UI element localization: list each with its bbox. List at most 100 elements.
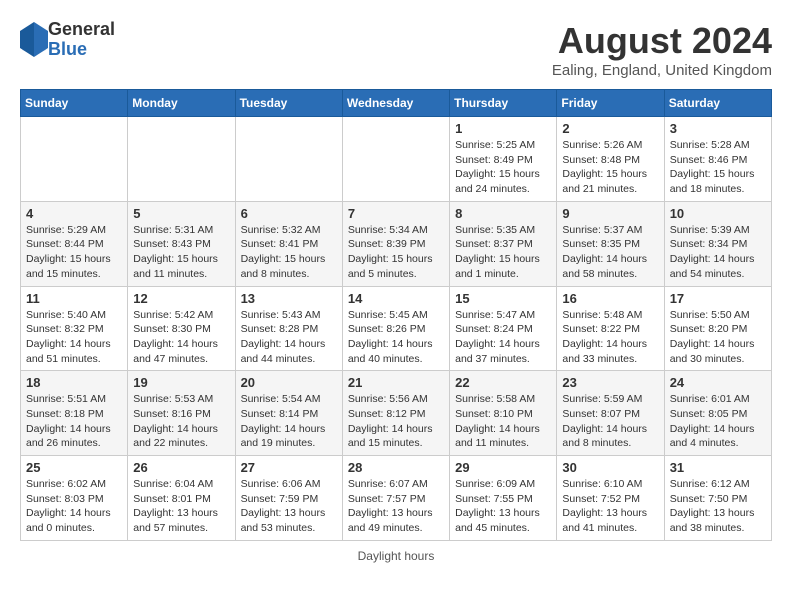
footer-text: Daylight hours bbox=[358, 549, 435, 563]
calendar-cell: 10Sunrise: 5:39 AM Sunset: 8:34 PM Dayli… bbox=[664, 201, 771, 286]
calendar-cell: 12 Sunrise: 5:42 AM Sunset: 8:30 PM Dayli… bbox=[128, 286, 235, 371]
day-info: Sunrise: 5:31 AM Sunset: 8:43 PM Dayligh… bbox=[133, 223, 229, 282]
day-info: Sunrise: 5:35 AM Sunset: 8:37 PM Dayligh… bbox=[455, 223, 551, 282]
day-info: Sunrise: 5:54 AM Sunset: 8:14 PM Dayligh… bbox=[241, 392, 337, 451]
logo: General Blue bbox=[20, 20, 115, 60]
day-number: 6 bbox=[241, 206, 337, 221]
calendar-cell: 25Sunrise: 6:02 AM Sunset: 8:03 PM Dayli… bbox=[21, 456, 128, 541]
day-number: 16 bbox=[562, 291, 658, 306]
day-number: 4 bbox=[26, 206, 122, 221]
calendar-cell: 1 Sunrise: 5:25 AM Sunset: 8:49 PM Daylig… bbox=[450, 117, 557, 202]
calendar-cell: 14Sunrise: 5:45 AM Sunset: 8:26 PM Dayli… bbox=[342, 286, 449, 371]
calendar-cell: 17 Sunrise: 5:50 AM Sunset: 8:20 PM Dayli… bbox=[664, 286, 771, 371]
calendar-week-row: 18 Sunrise: 5:51 AM Sunset: 8:18 PM Dayli… bbox=[21, 371, 772, 456]
day-info: Sunrise: 5:51 AM Sunset: 8:18 PM Dayligh… bbox=[26, 392, 122, 451]
day-number: 12 bbox=[133, 291, 229, 306]
day-number: 5 bbox=[133, 206, 229, 221]
calendar-cell: 27 Sunrise: 6:06 AM Sunset: 7:59 PM Dayli… bbox=[235, 456, 342, 541]
day-info: Sunrise: 5:34 AM Sunset: 8:39 PM Dayligh… bbox=[348, 223, 444, 282]
calendar-week-row: 1 Sunrise: 5:25 AM Sunset: 8:49 PM Daylig… bbox=[21, 117, 772, 202]
calendar-cell: 2Sunrise: 5:26 AM Sunset: 8:48 PM Daylig… bbox=[557, 117, 664, 202]
calendar-cell bbox=[21, 117, 128, 202]
calendar-cell: 13 Sunrise: 5:43 AM Sunset: 8:28 PM Dayli… bbox=[235, 286, 342, 371]
calendar-cell: 9Sunrise: 5:37 AM Sunset: 8:35 PM Daylig… bbox=[557, 201, 664, 286]
calendar-day-header: Tuesday bbox=[235, 90, 342, 117]
day-info: Sunrise: 5:48 AM Sunset: 8:22 PM Dayligh… bbox=[562, 308, 658, 367]
location-subtitle: Ealing, England, United Kingdom bbox=[552, 62, 772, 79]
day-number: 18 bbox=[26, 375, 122, 390]
day-info: Sunrise: 5:56 AM Sunset: 8:12 PM Dayligh… bbox=[348, 392, 444, 451]
day-number: 15 bbox=[455, 291, 551, 306]
day-info: Sunrise: 6:09 AM Sunset: 7:55 PM Dayligh… bbox=[455, 477, 551, 536]
title-block: August 2024 Ealing, England, United King… bbox=[552, 20, 772, 79]
day-info: Sunrise: 6:07 AM Sunset: 7:57 PM Dayligh… bbox=[348, 477, 444, 536]
day-info: Sunrise: 5:37 AM Sunset: 8:35 PM Dayligh… bbox=[562, 223, 658, 282]
calendar-cell: 3Sunrise: 5:28 AM Sunset: 8:46 PM Daylig… bbox=[664, 117, 771, 202]
day-info: Sunrise: 5:47 AM Sunset: 8:24 PM Dayligh… bbox=[455, 308, 551, 367]
day-number: 3 bbox=[670, 121, 766, 136]
calendar-cell: 29 Sunrise: 6:09 AM Sunset: 7:55 PM Dayli… bbox=[450, 456, 557, 541]
day-info: Sunrise: 5:26 AM Sunset: 8:48 PM Dayligh… bbox=[562, 138, 658, 197]
day-info: Sunrise: 5:40 AM Sunset: 8:32 PM Dayligh… bbox=[26, 308, 122, 367]
day-number: 19 bbox=[133, 375, 229, 390]
calendar-cell bbox=[342, 117, 449, 202]
day-info: Sunrise: 5:29 AM Sunset: 8:44 PM Dayligh… bbox=[26, 223, 122, 282]
day-info: Sunrise: 5:58 AM Sunset: 8:10 PM Dayligh… bbox=[455, 392, 551, 451]
page-header: General Blue August 2024 Ealing, England… bbox=[20, 20, 772, 79]
day-info: Sunrise: 6:04 AM Sunset: 8:01 PM Dayligh… bbox=[133, 477, 229, 536]
calendar-cell: 11 Sunrise: 5:40 AM Sunset: 8:32 PM Dayli… bbox=[21, 286, 128, 371]
day-number: 28 bbox=[348, 460, 444, 475]
calendar-cell: 22 Sunrise: 5:58 AM Sunset: 8:10 PM Dayli… bbox=[450, 371, 557, 456]
day-number: 10 bbox=[670, 206, 766, 221]
calendar-day-header: Wednesday bbox=[342, 90, 449, 117]
calendar-table: SundayMondayTuesdayWednesdayThursdayFrid… bbox=[20, 89, 772, 541]
day-number: 29 bbox=[455, 460, 551, 475]
day-number: 24 bbox=[670, 375, 766, 390]
day-number: 11 bbox=[26, 291, 122, 306]
logo-icon bbox=[20, 22, 48, 57]
footer-note: Daylight hours bbox=[20, 549, 772, 563]
day-number: 25 bbox=[26, 460, 122, 475]
calendar-day-header: Sunday bbox=[21, 90, 128, 117]
day-info: Sunrise: 6:10 AM Sunset: 7:52 PM Dayligh… bbox=[562, 477, 658, 536]
calendar-cell: 4 Sunrise: 5:29 AM Sunset: 8:44 PM Daylig… bbox=[21, 201, 128, 286]
day-info: Sunrise: 5:59 AM Sunset: 8:07 PM Dayligh… bbox=[562, 392, 658, 451]
day-number: 30 bbox=[562, 460, 658, 475]
calendar-cell: 16 Sunrise: 5:48 AM Sunset: 8:22 PM Dayli… bbox=[557, 286, 664, 371]
logo-general: General bbox=[48, 20, 115, 40]
calendar-day-header: Monday bbox=[128, 90, 235, 117]
day-number: 23 bbox=[562, 375, 658, 390]
day-info: Sunrise: 5:45 AM Sunset: 8:26 PM Dayligh… bbox=[348, 308, 444, 367]
day-number: 17 bbox=[670, 291, 766, 306]
calendar-week-row: 25Sunrise: 6:02 AM Sunset: 8:03 PM Dayli… bbox=[21, 456, 772, 541]
day-number: 1 bbox=[455, 121, 551, 136]
calendar-cell: 5 Sunrise: 5:31 AM Sunset: 8:43 PM Daylig… bbox=[128, 201, 235, 286]
logo-blue: Blue bbox=[48, 40, 115, 60]
calendar-cell: 7Sunrise: 5:34 AM Sunset: 8:39 PM Daylig… bbox=[342, 201, 449, 286]
day-info: Sunrise: 5:50 AM Sunset: 8:20 PM Dayligh… bbox=[670, 308, 766, 367]
day-number: 26 bbox=[133, 460, 229, 475]
day-info: Sunrise: 6:01 AM Sunset: 8:05 PM Dayligh… bbox=[670, 392, 766, 451]
calendar-cell: 19 Sunrise: 5:53 AM Sunset: 8:16 PM Dayli… bbox=[128, 371, 235, 456]
day-number: 8 bbox=[455, 206, 551, 221]
calendar-cell: 15 Sunrise: 5:47 AM Sunset: 8:24 PM Dayli… bbox=[450, 286, 557, 371]
calendar-cell: 26 Sunrise: 6:04 AM Sunset: 8:01 PM Dayli… bbox=[128, 456, 235, 541]
logo-text: General Blue bbox=[48, 20, 115, 60]
day-number: 22 bbox=[455, 375, 551, 390]
calendar-cell bbox=[128, 117, 235, 202]
calendar-day-header: Friday bbox=[557, 90, 664, 117]
day-info: Sunrise: 6:12 AM Sunset: 7:50 PM Dayligh… bbox=[670, 477, 766, 536]
calendar-day-header: Saturday bbox=[664, 90, 771, 117]
day-info: Sunrise: 5:43 AM Sunset: 8:28 PM Dayligh… bbox=[241, 308, 337, 367]
day-number: 13 bbox=[241, 291, 337, 306]
calendar-cell: 28 Sunrise: 6:07 AM Sunset: 7:57 PM Dayli… bbox=[342, 456, 449, 541]
calendar-cell: 18 Sunrise: 5:51 AM Sunset: 8:18 PM Dayli… bbox=[21, 371, 128, 456]
month-title: August 2024 bbox=[552, 20, 772, 62]
day-number: 27 bbox=[241, 460, 337, 475]
day-info: Sunrise: 5:53 AM Sunset: 8:16 PM Dayligh… bbox=[133, 392, 229, 451]
day-info: Sunrise: 5:25 AM Sunset: 8:49 PM Dayligh… bbox=[455, 138, 551, 197]
day-number: 20 bbox=[241, 375, 337, 390]
calendar-cell: 24 Sunrise: 6:01 AM Sunset: 8:05 PM Dayli… bbox=[664, 371, 771, 456]
day-info: Sunrise: 5:42 AM Sunset: 8:30 PM Dayligh… bbox=[133, 308, 229, 367]
day-info: Sunrise: 6:06 AM Sunset: 7:59 PM Dayligh… bbox=[241, 477, 337, 536]
